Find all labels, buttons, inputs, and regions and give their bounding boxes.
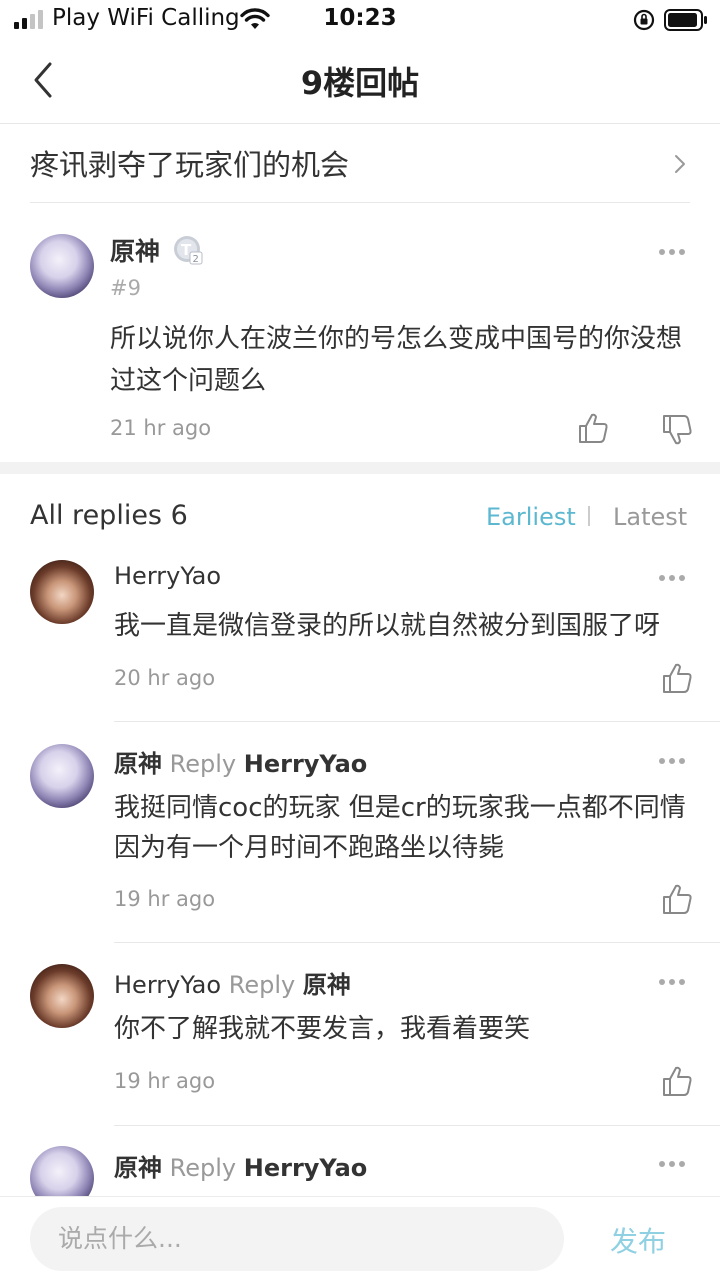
orientation-lock-icon <box>633 9 655 31</box>
thumbs-up-icon[interactable] <box>662 883 692 915</box>
reply-author[interactable]: 原神 <box>114 750 162 778</box>
battery-icon <box>664 9 707 31</box>
clock: 10:23 <box>323 5 397 31</box>
reply-word: Reply <box>228 971 296 999</box>
post-time: 21 hr ago <box>110 416 212 440</box>
avatar[interactable] <box>30 560 94 624</box>
thumbs-up-icon[interactable] <box>578 412 608 444</box>
more-icon[interactable] <box>658 1160 686 1168</box>
reply-header: 原神 Reply HerryYao <box>114 1148 367 1183</box>
avatar[interactable] <box>30 744 94 808</box>
replies-count: 6 <box>170 500 188 531</box>
reply-author[interactable]: HerryYao <box>114 971 221 999</box>
replies-label: All replies <box>30 500 162 531</box>
thumbs-up-icon[interactable] <box>662 662 692 694</box>
floor-number: #9 <box>110 276 141 300</box>
post-text: 所以说你人在波兰你的号怎么变成中国号的你没想过这个问题么 <box>110 324 683 396</box>
more-icon[interactable] <box>658 574 686 582</box>
reply-to-author[interactable]: 原神 <box>303 971 351 999</box>
replies-header: All replies 6 <box>30 500 188 531</box>
sort-separator <box>588 506 590 526</box>
send-button[interactable]: 发布 <box>610 1220 666 1260</box>
more-icon[interactable] <box>658 978 686 986</box>
thumbs-down-icon[interactable] <box>662 414 692 446</box>
more-icon[interactable] <box>658 757 686 765</box>
reply-text: 你不了解我就不要发言，我看着要笑 <box>114 1014 531 1044</box>
reply-time: 20 hr ago <box>114 666 216 690</box>
reply-word: Reply <box>169 750 237 778</box>
section-divider <box>0 462 720 474</box>
reply-to-author[interactable]: HerryYao <box>244 1154 368 1182</box>
reply-author[interactable]: HerryYao <box>114 562 221 590</box>
reply-author[interactable]: 原神 <box>114 1154 162 1182</box>
post-author[interactable]: 原神 <box>110 232 160 268</box>
reply-time: 19 hr ago <box>114 1069 216 1093</box>
thread-title: 疼讯剥夺了玩家们的机会 <box>30 148 350 182</box>
thread-link[interactable]: 疼讯剥夺了玩家们的机会 <box>0 124 720 202</box>
avatar[interactable] <box>30 964 94 1028</box>
divider <box>114 942 720 943</box>
reply-time: 19 hr ago <box>114 887 216 911</box>
reply-text: 我挺同情coc的玩家 但是cr的玩家我一点都不同情 因为有一个月时间不跑路坐以待… <box>114 793 686 863</box>
level-badge-icon: T 2 <box>174 236 203 265</box>
sort-latest-button[interactable]: Latest <box>613 503 687 531</box>
reply-header: HerryYao <box>114 562 221 590</box>
sort-earliest-button[interactable]: Earliest <box>486 503 576 531</box>
reply-to-author[interactable]: HerryYao <box>244 750 368 778</box>
comment-input[interactable]: 说点什么... <box>30 1207 564 1271</box>
avatar[interactable] <box>30 234 94 298</box>
reply-word: Reply <box>169 1154 237 1182</box>
divider <box>114 721 720 722</box>
status-bar: Play WiFi Calling 10:23 <box>0 0 720 40</box>
divider <box>114 1125 720 1126</box>
reply-text: 我一直是微信登录的所以就自然被分到国服了呀 <box>114 611 661 641</box>
page-title: 9楼回帖 <box>300 64 420 102</box>
thumbs-up-icon[interactable] <box>662 1065 692 1097</box>
reply-header: HerryYao Reply 原神 <box>114 965 351 1000</box>
more-icon[interactable] <box>658 248 686 256</box>
svg-text:2: 2 <box>193 254 199 265</box>
reply-header: 原神 Reply HerryYao <box>114 744 367 779</box>
divider <box>30 202 690 203</box>
chevron-right-icon <box>675 155 685 173</box>
